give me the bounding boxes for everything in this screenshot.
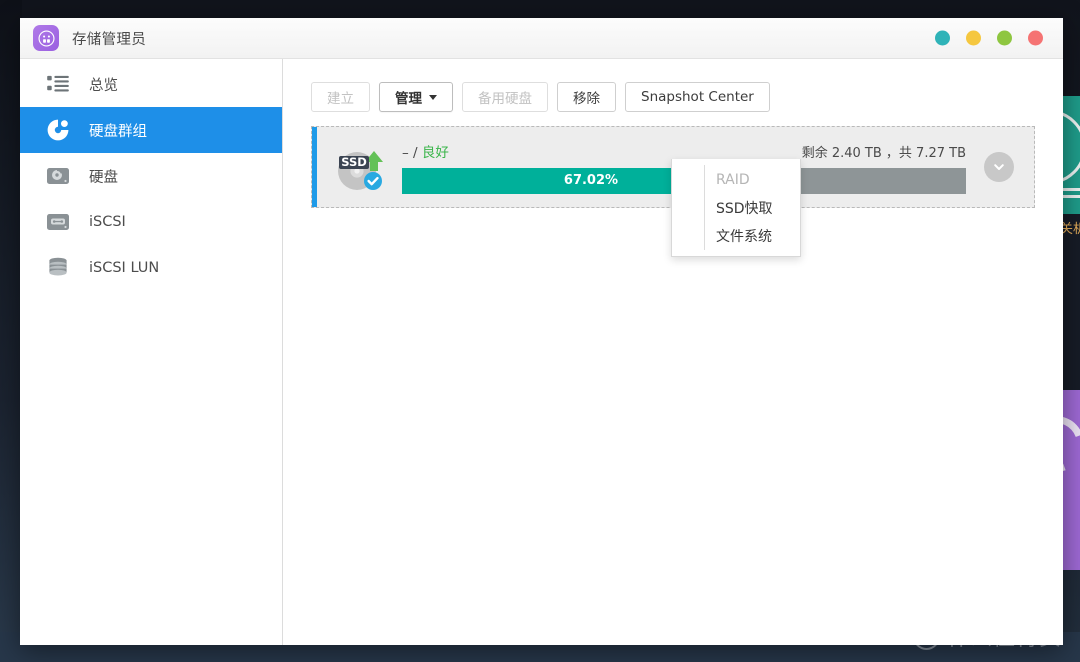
main-content: 建立 管理 备用硬盘 移除 Snapshot Center SSD – / 良好… [283,59,1063,645]
pool-usage-label: 67.02% [563,173,619,188]
pool-expand-button[interactable] [984,152,1014,182]
chevron-down-icon [994,164,1004,170]
window-button-yellow[interactable] [966,30,981,46]
sidebar-item-iscsi-lun[interactable]: iSCSI LUN [20,245,282,291]
create-button[interactable]: 建立 [311,82,370,112]
sidebar-item-label: 硬盘群组 [89,123,147,140]
snapshot-center-button[interactable]: Snapshot Center [625,82,770,112]
background-dark-text: 关机 [1060,222,1080,237]
manage-label: 管理 [395,91,422,107]
list-overview-icon [45,71,71,97]
window-title: 存储管理员 [72,31,146,48]
sidebar-item-label: 总览 [89,77,118,94]
menu-item-ssd-cache[interactable]: SSD快取 [672,194,800,222]
remove-button[interactable]: 移除 [557,82,616,112]
disk-group-icon [45,117,71,143]
sidebar-item-label: iSCSI LUN [89,260,160,276]
title-bar: 存储管理员 [20,18,1063,59]
sidebar-item-hard-disk[interactable]: 硬盘 [20,153,282,199]
window-button-teal[interactable] [935,30,950,46]
pool-name-status: – / 良好 [402,141,449,161]
window-button-green[interactable] [997,30,1012,46]
storage-manager-icon [33,25,59,51]
chevron-down-icon [429,94,437,100]
menu-item-raid[interactable]: RAID [672,166,800,194]
window-body: 总览 硬盘群组 硬盘 iSCSI iSCSI LUN 建立 管理 备用硬盘 移除… [20,59,1063,645]
sidebar-item-disk-group[interactable]: 硬盘群组 [20,107,282,153]
manage-dropdown-button[interactable]: 管理 [379,82,453,112]
menu-item-filesystem[interactable]: 文件系统 [672,222,800,250]
pool-status-badge: 良好 [421,144,449,161]
sidebar-item-label: 硬盘 [89,169,118,186]
pool-accent-bar [312,127,317,207]
window-controls [935,30,1043,46]
pool-capacity-text: 剩余 2.40 TB ，共 7.27 TB [801,145,966,161]
pool-name: – / [402,144,418,161]
application-window: 存储管理员 总览 硬盘群组 硬盘 iSCSI iSCSI LUN 建立 管理 备… [20,18,1063,645]
sidebar-item-overview[interactable]: 总览 [20,61,282,107]
sidebar-item-iscsi[interactable]: iSCSI [20,199,282,245]
hard-disk-icon [45,163,71,189]
iscsi-lun-icon [45,255,71,281]
sidebar-item-label: iSCSI [89,214,126,230]
ssd-disk-icon: SSD [330,139,392,195]
window-button-red[interactable] [1028,30,1043,46]
iscsi-icon [45,209,71,235]
sidebar: 总览 硬盘群组 硬盘 iSCSI iSCSI LUN [20,59,283,645]
manage-dropdown-menu: RAID SSD快取 文件系统 [671,159,801,257]
toolbar: 建立 管理 备用硬盘 移除 Snapshot Center [283,82,1063,112]
svg-text:SSD: SSD [341,155,367,169]
spare-disk-button[interactable]: 备用硬盘 [462,82,548,112]
desktop-left-strip [0,0,22,662]
